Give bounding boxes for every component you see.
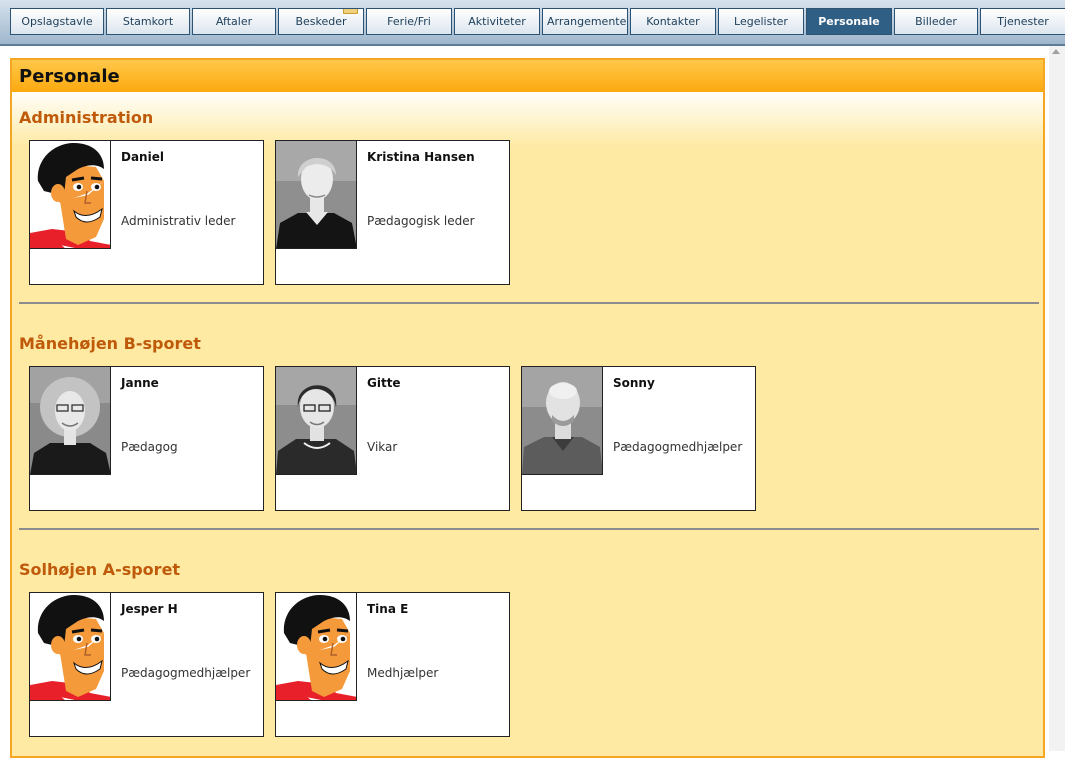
tab-label: Billeder (915, 15, 957, 28)
staff-card[interactable]: Jesper H Pædagogmedhjælper (29, 592, 264, 737)
top-navigation-bar: Opslagstavle Stamkort Aftaler Beskeder F… (0, 0, 1065, 46)
tab-legelister[interactable]: Legelister (718, 8, 804, 35)
staff-photo (276, 141, 357, 249)
staff-role: Administrativ leder (121, 214, 236, 228)
section-title-manehojen: Månehøjen B-sporet (19, 334, 201, 353)
section-divider (19, 302, 1039, 304)
tab-aftaler[interactable]: Aftaler (192, 8, 276, 35)
staff-card[interactable]: Sonny Pædagogmedhjælper (521, 366, 756, 511)
tab-label: Kontakter (646, 15, 700, 28)
section-title-administration: Administration (19, 108, 154, 127)
staff-card[interactable]: Gitte Vikar (275, 366, 510, 511)
staff-role: Pædagogmedhjælper (121, 666, 251, 680)
staff-card[interactable]: Tina E Medhjælper (275, 592, 510, 737)
staff-role: Medhjælper (367, 666, 439, 680)
staff-name: Daniel (121, 150, 164, 164)
tab-label: Beskeder (295, 15, 347, 28)
envelope-icon (343, 9, 358, 14)
tab-stamkort[interactable]: Stamkort (106, 8, 190, 35)
staff-name: Jesper H (121, 602, 178, 616)
staff-name: Tina E (367, 602, 409, 616)
vertical-scrollbar[interactable] (1049, 46, 1065, 751)
staff-photo (276, 367, 357, 475)
staff-photo (30, 367, 111, 475)
staff-role: Pædagogisk leder (367, 214, 475, 228)
nav-tabs: Opslagstavle Stamkort Aftaler Beskeder F… (10, 8, 1065, 35)
page-title: Personale (12, 60, 1043, 92)
staff-role: Pædagog (121, 440, 178, 454)
tab-label: Tjenester (997, 15, 1049, 28)
tab-label: Legelister (734, 15, 788, 28)
tab-label: Opslagstavle (21, 15, 93, 28)
staff-card[interactable]: Janne Pædagog (29, 366, 264, 511)
tab-label: Arrangemente (547, 15, 627, 28)
tab-label: Stamkort (122, 15, 174, 28)
cartoon-avatar-icon (30, 141, 111, 249)
staff-name: Sonny (613, 376, 655, 390)
header-gradient (12, 92, 1043, 147)
tab-kontakter[interactable]: Kontakter (630, 8, 716, 35)
cartoon-avatar-icon (276, 593, 357, 701)
staff-name: Janne (121, 376, 159, 390)
scroll-up-arrow-icon[interactable] (1052, 49, 1060, 54)
tab-billeder[interactable]: Billeder (894, 8, 978, 35)
tab-beskeder[interactable]: Beskeder (278, 8, 364, 35)
tab-label: Aktiviteter (468, 15, 526, 28)
tab-arrangementer[interactable]: Arrangemente (542, 8, 628, 35)
tab-label: Ferie/Fri (387, 15, 431, 28)
staff-card[interactable]: Kristina Hansen Pædagogisk leder (275, 140, 510, 285)
staff-card[interactable]: Daniel Administrativ leder (29, 140, 264, 285)
cartoon-avatar-icon (30, 593, 111, 701)
tab-label: Personale (818, 15, 880, 28)
tab-ferie-fri[interactable]: Ferie/Fri (366, 8, 452, 35)
section-divider (19, 528, 1039, 530)
section-title-solhojen: Solhøjen A-sporet (19, 560, 181, 579)
tab-aktiviteter[interactable]: Aktiviteter (454, 8, 540, 35)
tab-label: Aftaler (215, 15, 253, 28)
staff-role: Vikar (367, 440, 398, 454)
personale-panel: Personale Administration Daniel Administ… (10, 58, 1045, 758)
staff-name: Kristina Hansen (367, 150, 475, 164)
staff-role: Pædagogmedhjælper (613, 440, 743, 454)
tab-opslagstavle[interactable]: Opslagstavle (10, 8, 104, 35)
tab-tjenester[interactable]: Tjenester (980, 8, 1065, 35)
tab-personale[interactable]: Personale (806, 8, 892, 35)
staff-name: Gitte (367, 376, 401, 390)
staff-photo (522, 367, 603, 475)
